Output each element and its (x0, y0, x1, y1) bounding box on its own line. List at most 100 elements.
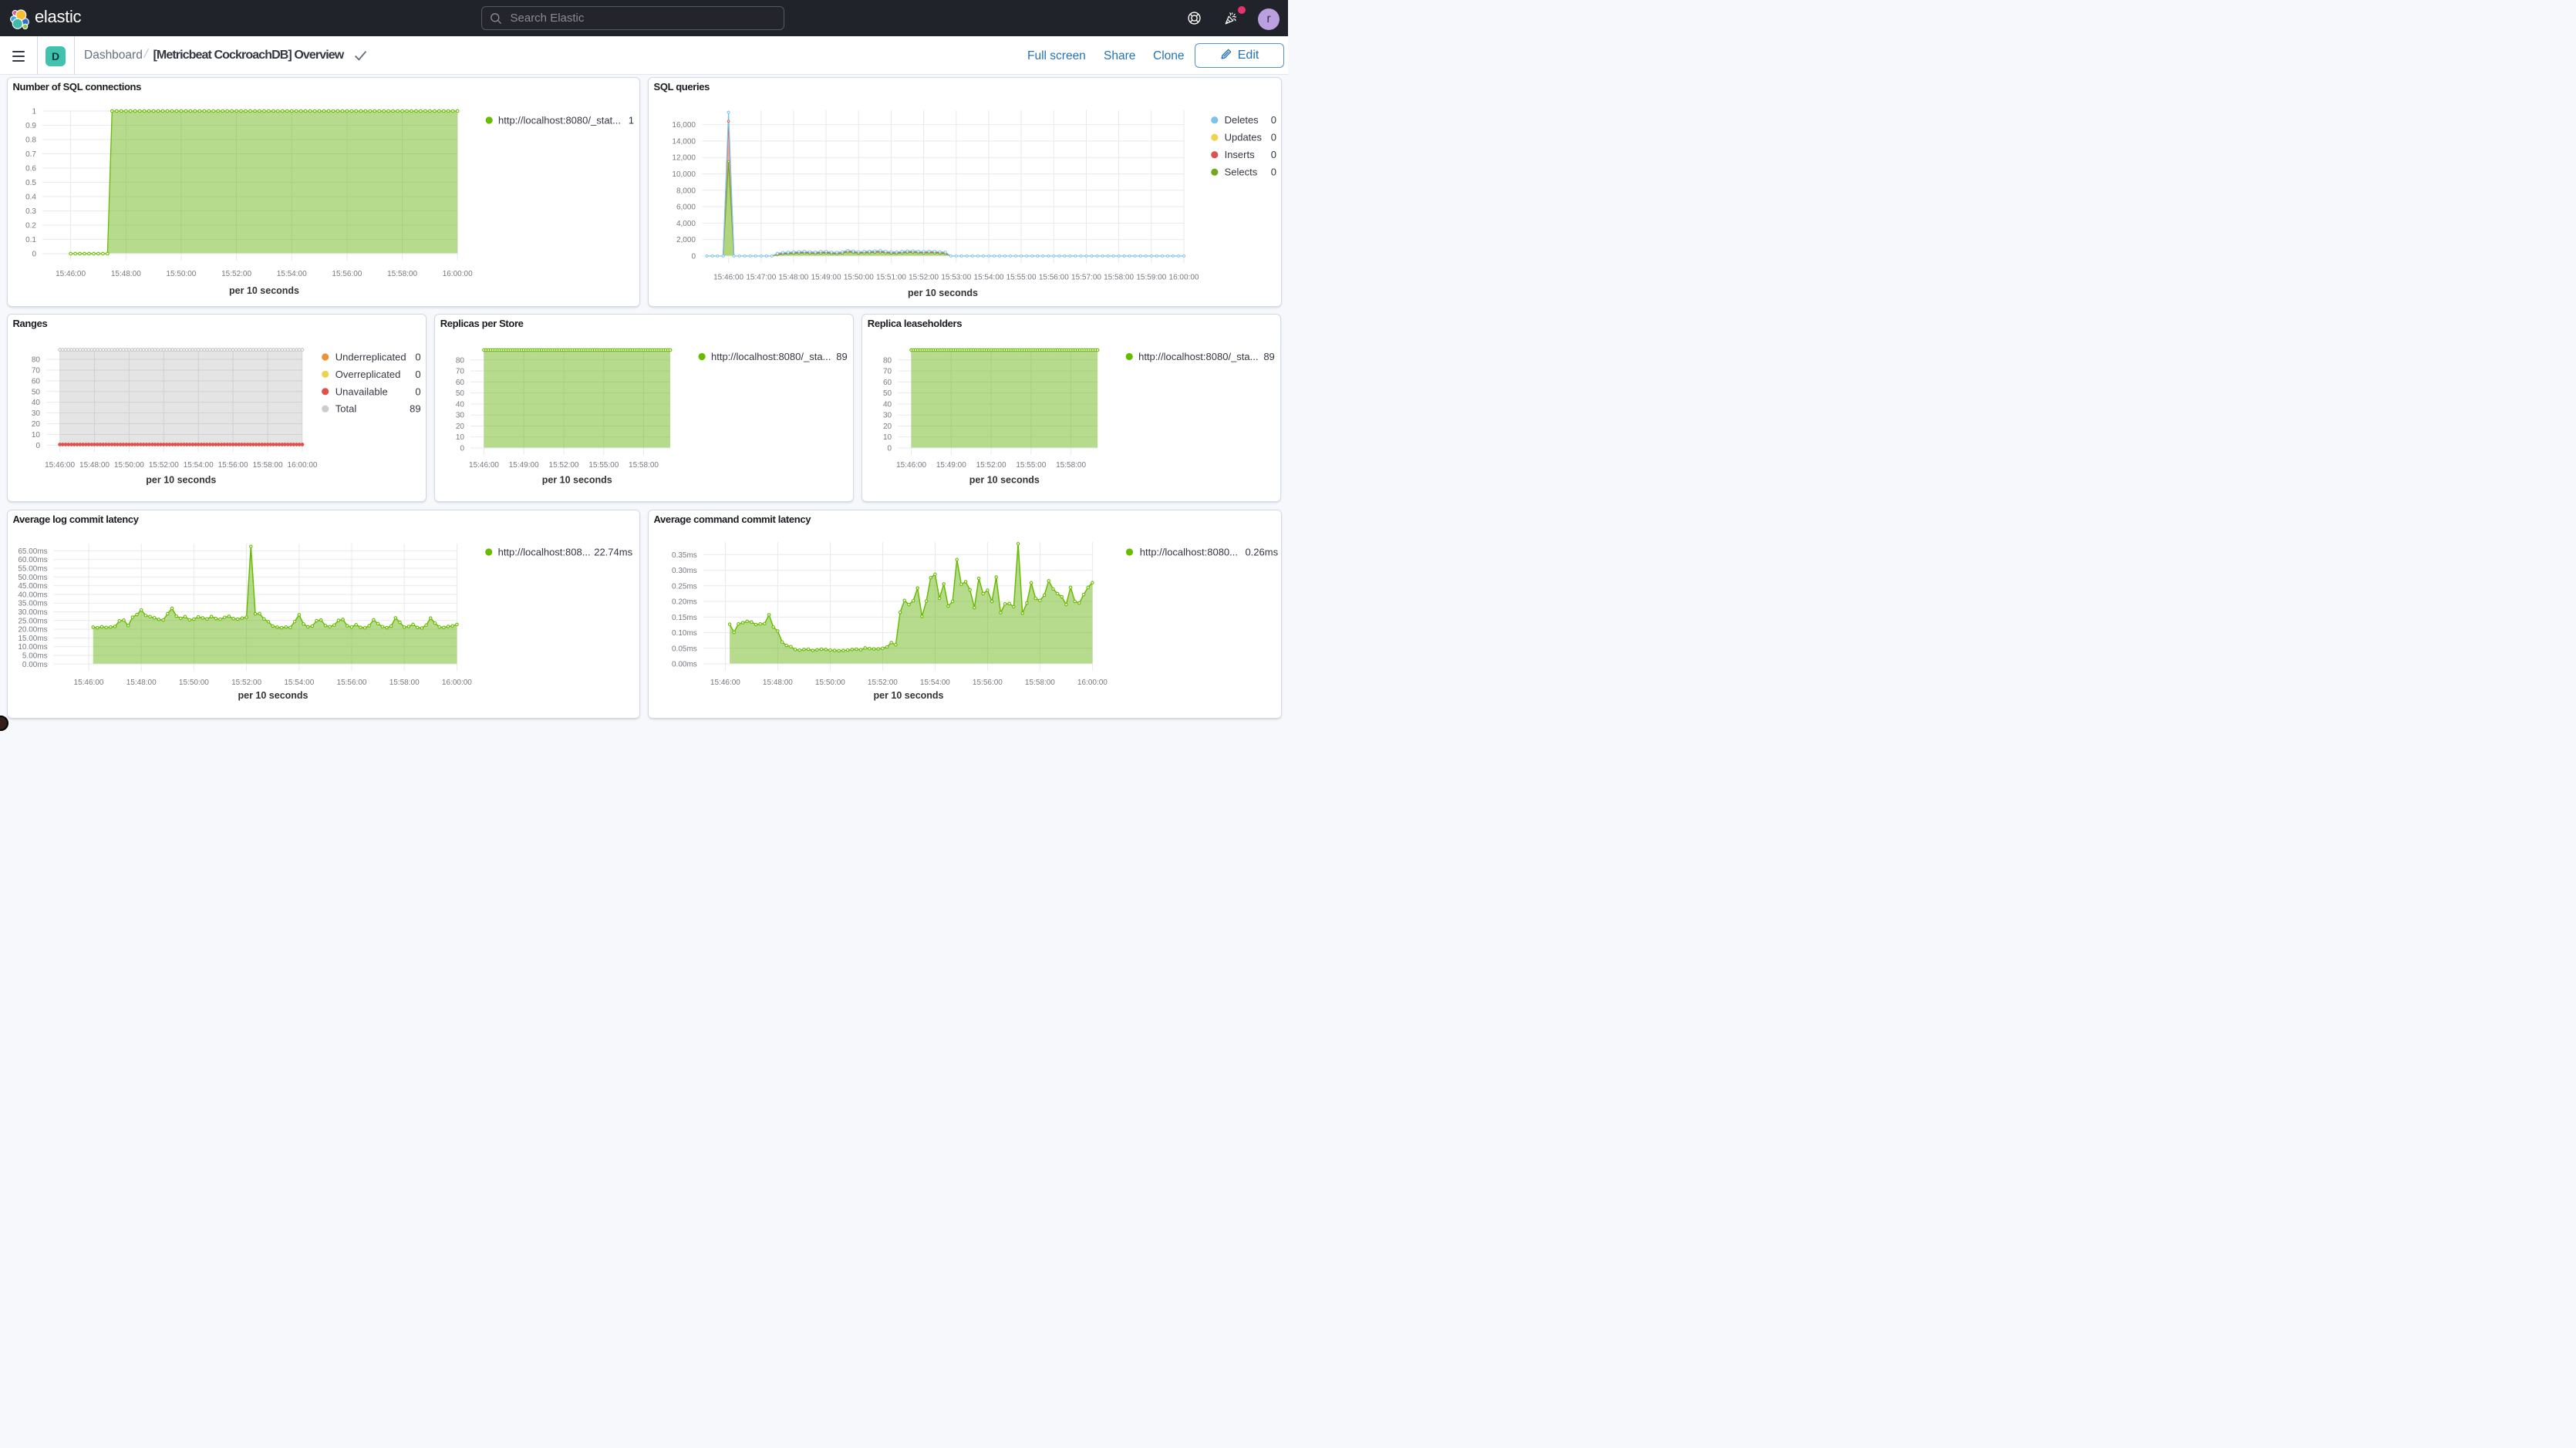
svg-text:0.10ms: 0.10ms (672, 629, 697, 638)
svg-text:0: 0 (460, 445, 464, 453)
svg-text:15:52:00: 15:52:00 (976, 461, 1006, 470)
svg-text:1: 1 (629, 115, 634, 126)
svg-text:0.35ms: 0.35ms (672, 551, 697, 560)
svg-text:15:52:00: 15:52:00 (231, 679, 261, 687)
svg-text:20: 20 (32, 420, 41, 429)
svg-text:1: 1 (32, 108, 36, 116)
svg-text:Selects: Selects (1225, 167, 1258, 178)
svg-text:12,000: 12,000 (672, 154, 696, 163)
svg-text:15:47:00: 15:47:00 (746, 274, 776, 282)
svg-text:http://localhost:8080/_stat...: http://localhost:8080/_stat... (498, 115, 621, 126)
svg-text:16:00:00: 16:00:00 (443, 270, 473, 278)
svg-text:70: 70 (456, 368, 465, 376)
svg-text:16,000: 16,000 (672, 121, 696, 130)
svg-text:15:55:00: 15:55:00 (588, 461, 619, 470)
svg-text:0.7: 0.7 (25, 150, 36, 159)
svg-text:0: 0 (1271, 132, 1276, 143)
svg-text:10.00ms: 10.00ms (18, 643, 47, 652)
svg-text:16:00:00: 16:00:00 (1169, 274, 1199, 282)
svg-text:0: 0 (32, 251, 36, 259)
svg-text:40: 40 (456, 400, 465, 409)
svg-text:0.05ms: 0.05ms (672, 645, 697, 653)
svg-text:80: 80 (32, 356, 41, 365)
svg-text:0.30ms: 0.30ms (672, 567, 697, 575)
svg-text:15:52:00: 15:52:00 (221, 270, 251, 278)
svg-text:0.2: 0.2 (25, 222, 36, 231)
svg-text:15:58:00: 15:58:00 (1025, 679, 1055, 687)
svg-text:15:49:00: 15:49:00 (811, 274, 841, 282)
svg-text:60: 60 (32, 377, 41, 386)
svg-text:Unavailable: Unavailable (335, 386, 388, 397)
svg-text:0.9: 0.9 (25, 122, 36, 130)
svg-text:15:56:00: 15:56:00 (332, 270, 362, 278)
svg-text:10: 10 (883, 433, 892, 442)
svg-text:15:50:00: 15:50:00 (179, 679, 209, 687)
svg-text:16:00:00: 16:00:00 (442, 679, 472, 687)
svg-text:per 10 seconds: per 10 seconds (873, 690, 943, 701)
svg-text:0: 0 (1271, 114, 1276, 126)
svg-text:15.00ms: 15.00ms (18, 635, 47, 643)
svg-text:15:51:00: 15:51:00 (876, 274, 906, 282)
svg-text:15:49:00: 15:49:00 (936, 461, 966, 470)
svg-text:60: 60 (883, 379, 892, 387)
svg-text:65.00ms: 65.00ms (18, 547, 47, 556)
svg-text:http://localhost:8080/_sta...: http://localhost:8080/_sta... (1138, 351, 1258, 362)
svg-text:50.00ms: 50.00ms (18, 574, 47, 582)
svg-text:15:58:00: 15:58:00 (387, 270, 417, 278)
svg-text:15:50:00: 15:50:00 (844, 274, 874, 282)
svg-text:15:56:00: 15:56:00 (218, 461, 248, 470)
svg-text:15:54:00: 15:54:00 (277, 270, 307, 278)
svg-text:per 10 seconds: per 10 seconds (229, 285, 299, 296)
svg-text:per 10 seconds: per 10 seconds (238, 690, 308, 701)
svg-text:10: 10 (456, 433, 465, 442)
svg-text:15:54:00: 15:54:00 (284, 679, 314, 687)
svg-text:15:46:00: 15:46:00 (896, 461, 926, 470)
svg-text:14,000: 14,000 (672, 137, 696, 146)
svg-text:30: 30 (32, 409, 41, 418)
svg-text:15:53:00: 15:53:00 (941, 274, 971, 282)
svg-text:per 10 seconds: per 10 seconds (146, 475, 216, 486)
svg-text:15:58:00: 15:58:00 (629, 461, 659, 470)
svg-text:89: 89 (410, 403, 420, 415)
svg-text:22.74ms: 22.74ms (594, 547, 632, 558)
svg-text:0: 0 (415, 386, 420, 397)
svg-text:15:58:00: 15:58:00 (1056, 461, 1086, 470)
svg-text:8,000: 8,000 (676, 187, 696, 195)
svg-text:15:58:00: 15:58:00 (389, 679, 420, 687)
svg-text:per 10 seconds: per 10 seconds (969, 475, 1040, 486)
svg-text:0.00ms: 0.00ms (672, 661, 697, 669)
svg-text:15:49:00: 15:49:00 (509, 461, 539, 470)
svg-text:0.20ms: 0.20ms (672, 598, 697, 607)
svg-text:35.00ms: 35.00ms (18, 600, 47, 608)
svg-text:15:52:00: 15:52:00 (868, 679, 898, 687)
svg-text:15:46:00: 15:46:00 (713, 274, 743, 282)
svg-text:http://localhost:808...: http://localhost:808... (498, 547, 591, 558)
svg-text:15:58:00: 15:58:00 (1104, 274, 1134, 282)
svg-text:16:00:00: 16:00:00 (1077, 679, 1108, 687)
svg-text:per 10 seconds: per 10 seconds (542, 475, 612, 486)
svg-text:50: 50 (456, 389, 465, 398)
svg-text:http://localhost:8080/_sta...: http://localhost:8080/_sta... (711, 351, 831, 362)
svg-text:Inserts: Inserts (1225, 149, 1256, 160)
svg-text:15:48:00: 15:48:00 (111, 270, 141, 278)
svg-text:89: 89 (1263, 351, 1274, 362)
svg-text:55.00ms: 55.00ms (18, 565, 47, 574)
svg-text:0: 0 (35, 442, 40, 450)
svg-text:15:52:00: 15:52:00 (909, 274, 939, 282)
svg-text:10: 10 (32, 431, 41, 439)
svg-text:15:58:00: 15:58:00 (253, 461, 283, 470)
svg-text:15:50:00: 15:50:00 (166, 270, 196, 278)
svg-text:15:48:00: 15:48:00 (126, 679, 157, 687)
svg-text:15:55:00: 15:55:00 (1006, 274, 1037, 282)
svg-text:20: 20 (883, 423, 892, 431)
svg-text:http://localhost:8080...: http://localhost:8080... (1140, 547, 1238, 558)
svg-text:15:46:00: 15:46:00 (469, 461, 499, 470)
svg-text:40: 40 (883, 400, 892, 409)
svg-text:0.25ms: 0.25ms (672, 582, 697, 591)
svg-text:15:54:00: 15:54:00 (974, 274, 1004, 282)
svg-text:0.5: 0.5 (25, 179, 36, 187)
svg-text:15:46:00: 15:46:00 (74, 679, 104, 687)
svg-text:Overreplicated: Overreplicated (335, 369, 401, 380)
svg-text:70: 70 (883, 368, 892, 376)
svg-text:15:57:00: 15:57:00 (1071, 274, 1101, 282)
